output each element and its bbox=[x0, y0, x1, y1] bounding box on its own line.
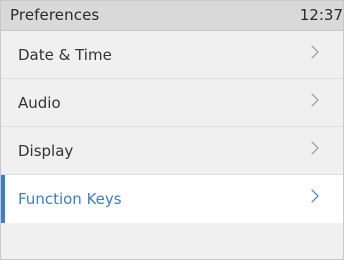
page-title: Preferences bbox=[10, 6, 100, 24]
chevron-right-icon bbox=[311, 141, 319, 155]
menu-item-label: Date & Time bbox=[18, 46, 112, 64]
menu-item-date-time[interactable]: Date & Time bbox=[1, 31, 343, 79]
menu-item-label: Function Keys bbox=[18, 190, 122, 208]
preferences-screen: Preferences 12:37 Date & Time Audio Disp… bbox=[0, 0, 344, 260]
menu-item-audio[interactable]: Audio bbox=[1, 79, 343, 127]
chevron-right-icon bbox=[311, 189, 319, 203]
preferences-menu: Date & Time Audio Display Function Keys bbox=[1, 31, 343, 223]
chevron-right-icon bbox=[311, 93, 319, 107]
chevron-right-icon bbox=[311, 45, 319, 59]
title-bar: Preferences 12:37 bbox=[1, 1, 343, 31]
clock: 12:37 bbox=[299, 6, 343, 24]
menu-item-display[interactable]: Display bbox=[1, 127, 343, 175]
menu-item-function-keys[interactable]: Function Keys bbox=[1, 175, 343, 223]
menu-item-label: Audio bbox=[18, 94, 61, 112]
menu-item-label: Display bbox=[18, 142, 74, 160]
